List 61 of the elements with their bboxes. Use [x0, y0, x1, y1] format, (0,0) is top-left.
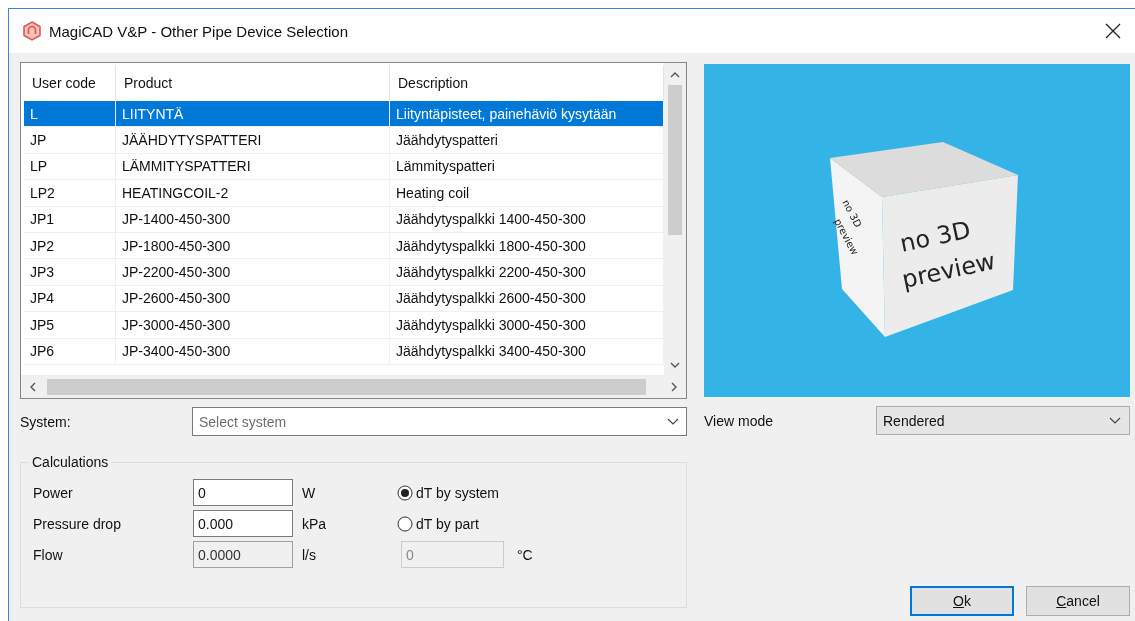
ok-button[interactable]: Ok	[910, 586, 1014, 616]
table-cell: JP5	[24, 312, 116, 338]
table-cell: JP1	[24, 206, 116, 232]
table-cell: LIITYNTÄ	[116, 101, 390, 127]
table-row[interactable]: JP4 JP-2600-450-300 Jäähdytyspalkki 2600-450-300	[24, 285, 664, 313]
field-label: Flow	[33, 546, 64, 563]
view-mode-label: View mode	[704, 412, 774, 429]
chevron-right-icon[interactable]	[670, 381, 678, 392]
table-cell: L	[24, 101, 116, 127]
table-cell: JP3	[24, 259, 116, 285]
radio-option[interactable]: dT by part	[383, 515, 548, 532]
input-field[interactable]: 0.000	[193, 510, 293, 537]
input-field[interactable]: 0	[193, 479, 293, 506]
table-row[interactable]: JP1 JP-1400-450-300 Jäähdytyspalkki 1400-450-300	[24, 206, 664, 233]
unit-label: kPa	[301, 515, 328, 532]
field-label: Power	[33, 484, 74, 501]
chevron-left-icon[interactable]	[29, 381, 37, 392]
table-cell: JP4	[24, 285, 116, 312]
table-row[interactable]: JP6 JP-3400-450-300 Jäähdytyspalkki 3400-450-300	[24, 338, 664, 365]
table-cell: LP2	[24, 180, 116, 206]
table-cell: JP2	[24, 232, 116, 259]
view-mode-dropdown[interactable]: Rendered	[876, 406, 1130, 435]
table-cell: JP-3400-450-300	[116, 338, 390, 364]
table-row[interactable]: LP LÄMMITYSPATTERI Lämmityspatteri	[24, 153, 664, 181]
table-cell: LP	[24, 153, 116, 180]
radio-icon[interactable]	[397, 515, 413, 532]
system-dropdown[interactable]: Select system	[192, 407, 687, 436]
close-icon[interactable]	[1105, 23, 1121, 39]
table-cell: JP	[24, 127, 116, 153]
system-label: System:	[20, 413, 72, 430]
vertical-scrollbar[interactable]	[664, 63, 686, 375]
table-row[interactable]: L LIITYNTÄ Liityntäpisteet, painehäviö kysytään	[24, 101, 664, 128]
field-label: Pressure drop	[33, 515, 122, 532]
chevron-up-icon[interactable]	[670, 71, 680, 79]
chevron-down-icon[interactable]	[670, 361, 680, 369]
unit-label: W	[301, 484, 317, 501]
table-cell: JP-2200-450-300	[116, 259, 390, 285]
chevron-down-icon[interactable]	[667, 418, 679, 426]
logo-icon	[23, 21, 41, 41]
table-row[interactable]: JP3 JP-2200-450-300 Jäähdytyspalkki 2200-450-300	[24, 259, 664, 286]
cancel-button[interactable]: Cancel	[1026, 586, 1130, 616]
unit-label: °C	[516, 546, 534, 563]
chevron-down-icon[interactable]	[1109, 416, 1121, 425]
table-cell: JP-1400-450-300	[116, 206, 390, 232]
horizontal-scrollbar[interactable]	[21, 375, 686, 398]
window-title: MagiCAD V&P - Other Pipe Device Selection	[49, 22, 350, 40]
radio-option[interactable]: dT by system	[383, 484, 548, 501]
table-cell: HEATINGCOIL-2	[116, 180, 390, 206]
table-cell: LÄMMITYSPATTERI	[116, 153, 390, 180]
group-title: Calculations	[29, 454, 112, 470]
radio-icon[interactable]	[397, 484, 413, 501]
table-cell: JÄÄHDYTYSPATTERI	[116, 127, 390, 153]
table-row[interactable]: JP JÄÄHDYTYSPATTERI Jäähdytyspatteri	[24, 127, 664, 154]
table-row[interactable]: LP2 HEATINGCOIL-2 Heating coil	[24, 180, 664, 207]
table-cell: JP-2600-450-300	[116, 285, 390, 312]
table-cell: JP6	[24, 338, 116, 364]
table-row[interactable]: JP2 JP-1800-450-300 Jäähdytyspalkki 1800-450-300	[24, 232, 664, 260]
table-cell: JP-3000-450-300	[116, 312, 390, 338]
unit-label: l/s	[301, 546, 317, 563]
table-row[interactable]: JP5 JP-3000-450-300 Jäähdytyspalkki 3000-450-300	[24, 312, 664, 339]
table-cell: JP-1800-450-300	[116, 232, 390, 259]
